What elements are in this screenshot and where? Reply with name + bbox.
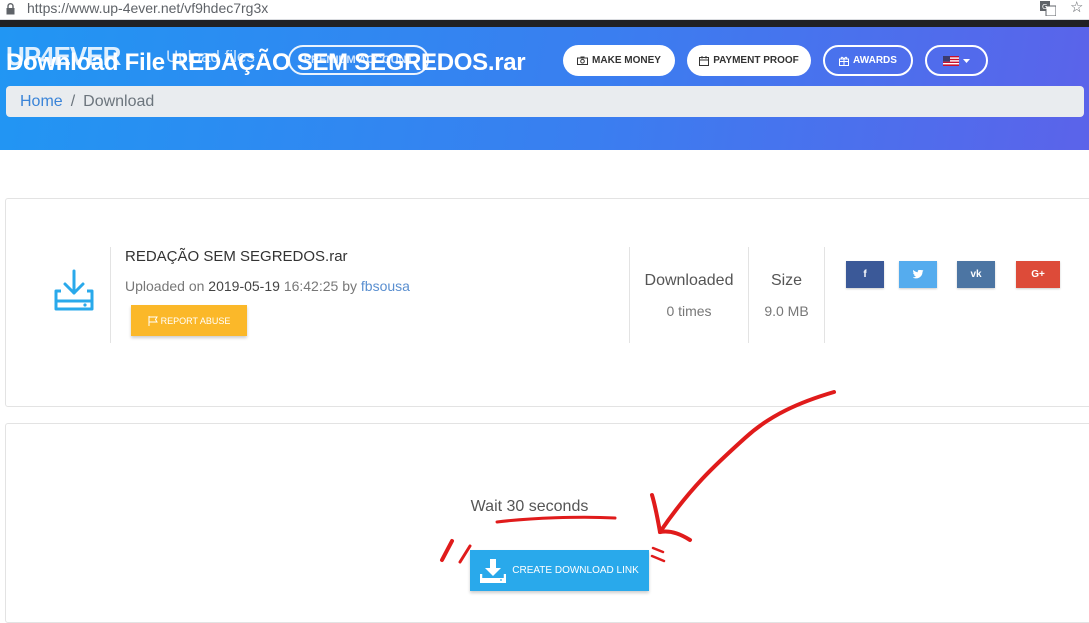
awards-button[interactable]: AWARDS (823, 45, 913, 76)
camera-icon (577, 56, 589, 65)
page-title: Download File REDAÇÃO SEM SEGREDOS.rar (6, 49, 526, 76)
awards-label: AWARDS (853, 55, 897, 66)
countdown-label: Wait 30 seconds (470, 498, 589, 515)
divider (824, 247, 825, 343)
upload-info: Uploaded on 2019-05-19 16:42:25 by fbsou… (125, 278, 410, 294)
create-download-link-label: CREATE DOWNLOAD LINK (512, 565, 639, 576)
download-icon (480, 558, 507, 583)
make-money-button[interactable]: MAKE MONEY (563, 45, 675, 76)
language-dropdown[interactable] (925, 45, 988, 76)
create-download-link-button[interactable]: CREATE DOWNLOAD LINK (470, 550, 649, 591)
divider (110, 247, 111, 343)
downloaded-label: Downloaded (644, 272, 734, 289)
payment-proof-label: PAYMENT PROOF (713, 55, 799, 66)
vk-icon: vk (970, 269, 982, 280)
vk-share-button[interactable]: vk (957, 261, 995, 288)
download-tray-icon (54, 269, 94, 311)
breadcrumb: Home / Download (6, 86, 1084, 117)
divider (629, 247, 630, 343)
twitter-share-button[interactable] (899, 261, 937, 288)
make-money-label: MAKE MONEY (592, 55, 661, 66)
flag-icon (148, 315, 158, 326)
breadcrumb-current: Download (83, 93, 155, 110)
downloaded-count: 0 times (666, 303, 712, 319)
facebook-share-button[interactable]: f (846, 261, 884, 288)
calendar-icon (699, 55, 710, 66)
browser-frame-strip (0, 20, 1089, 27)
payment-proof-button[interactable]: PAYMENT PROOF (687, 45, 811, 76)
us-flag-icon (943, 55, 959, 66)
size-label: Size (770, 272, 803, 289)
gift-icon (839, 56, 850, 66)
browser-address-bar[interactable]: https://www.up-4ever.net/vf9hdec7rg3x G … (0, 0, 1089, 20)
url-text[interactable]: https://www.up-4ever.net/vf9hdec7rg3x (27, 0, 268, 16)
twitter-icon (912, 270, 923, 279)
divider (748, 247, 749, 343)
upload-time: 16:42:25 (283, 278, 339, 294)
size-value: 9.0 MB (764, 303, 809, 319)
by-label: by (342, 278, 357, 294)
breadcrumb-home-link[interactable]: Home (20, 93, 63, 110)
translate-icon[interactable]: G (1040, 1, 1056, 16)
hero-header: UP4EVER Upload files PREMIUM ACCOUNT Dow… (0, 27, 1089, 150)
report-abuse-button[interactable]: REPORT ABUSE (131, 305, 247, 336)
uploader-link[interactable]: fbsousa (361, 278, 410, 294)
googleplus-share-button[interactable]: G+ (1016, 261, 1060, 288)
upload-date: 2019-05-19 (208, 278, 280, 294)
uploaded-on-label: Uploaded on (125, 278, 205, 294)
countdown-text: Wait 30 seconds (0, 498, 1089, 516)
download-card (5, 423, 1089, 623)
caret-down-icon (963, 58, 970, 63)
bookmark-star-icon[interactable]: ☆ (1070, 0, 1083, 16)
file-name: REDAÇÃO SEM SEGREDOS.rar (125, 248, 348, 265)
facebook-icon: f (863, 269, 867, 280)
report-abuse-label: REPORT ABUSE (160, 315, 231, 326)
file-info-card: REDAÇÃO SEM SEGREDOS.rar Uploaded on 201… (5, 198, 1089, 407)
googleplus-icon: G+ (1031, 269, 1045, 280)
breadcrumb-separator: / (70, 93, 76, 110)
lock-icon (6, 3, 15, 15)
svg-text:G: G (1042, 3, 1047, 11)
